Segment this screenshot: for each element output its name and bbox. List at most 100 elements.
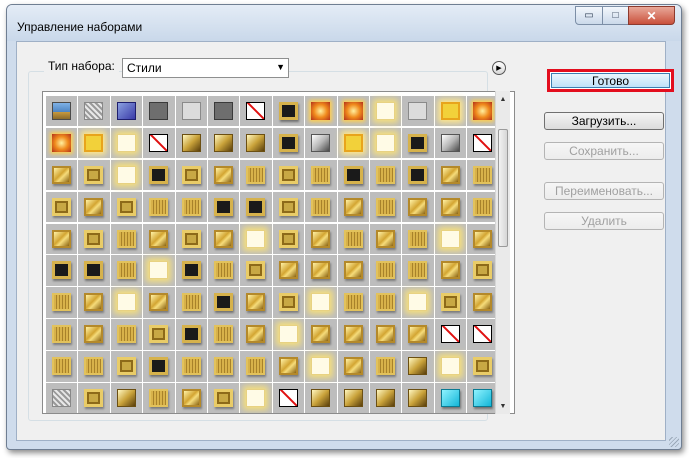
style-thumbnail[interactable] bbox=[143, 383, 175, 413]
style-thumbnail[interactable] bbox=[369, 255, 402, 286]
style-thumbnail[interactable] bbox=[78, 223, 110, 254]
style-thumbnail[interactable] bbox=[434, 319, 467, 350]
style-thumbnail[interactable] bbox=[46, 287, 78, 318]
style-thumbnail[interactable] bbox=[240, 351, 272, 382]
style-thumbnail[interactable] bbox=[207, 127, 240, 159]
style-thumbnail[interactable] bbox=[240, 287, 272, 318]
scrollbar-thumb[interactable] bbox=[498, 129, 508, 247]
style-thumbnail[interactable] bbox=[175, 96, 207, 127]
style-thumbnail[interactable] bbox=[240, 191, 272, 223]
grid-scrollbar[interactable]: ▲ ▼ bbox=[495, 91, 510, 414]
style-thumbnail[interactable] bbox=[207, 351, 240, 382]
style-thumbnail[interactable] bbox=[272, 159, 305, 191]
style-thumbnail[interactable] bbox=[467, 191, 499, 223]
style-thumbnail[interactable] bbox=[110, 383, 143, 413]
style-thumbnail[interactable] bbox=[143, 96, 175, 127]
style-thumbnail[interactable] bbox=[337, 351, 369, 382]
style-thumbnail[interactable] bbox=[175, 287, 207, 318]
style-thumbnail[interactable] bbox=[402, 223, 434, 254]
style-thumbnail[interactable] bbox=[240, 223, 272, 254]
style-thumbnail[interactable] bbox=[78, 351, 110, 382]
load-button[interactable]: Загрузить... bbox=[544, 112, 664, 130]
style-thumbnail[interactable] bbox=[337, 319, 369, 350]
style-thumbnail[interactable] bbox=[143, 159, 175, 191]
style-thumbnail[interactable] bbox=[207, 287, 240, 318]
style-thumbnail[interactable] bbox=[467, 223, 499, 254]
style-thumbnail[interactable] bbox=[110, 223, 143, 254]
style-thumbnail[interactable] bbox=[434, 159, 467, 191]
style-thumbnail[interactable] bbox=[305, 191, 337, 223]
style-thumbnail[interactable] bbox=[434, 127, 467, 159]
style-thumbnail[interactable] bbox=[272, 319, 305, 350]
style-thumbnail[interactable] bbox=[78, 191, 110, 223]
style-thumbnail[interactable] bbox=[369, 96, 402, 127]
delete-button[interactable]: Удалить bbox=[544, 212, 664, 230]
style-thumbnail[interactable] bbox=[46, 255, 78, 286]
style-thumbnail[interactable] bbox=[175, 319, 207, 350]
style-thumbnail[interactable] bbox=[272, 351, 305, 382]
style-thumbnail[interactable] bbox=[402, 351, 434, 382]
style-thumbnail[interactable] bbox=[305, 383, 337, 413]
style-thumbnail[interactable] bbox=[369, 223, 402, 254]
style-thumbnail[interactable] bbox=[369, 383, 402, 413]
style-thumbnail[interactable] bbox=[337, 159, 369, 191]
style-thumbnail[interactable] bbox=[175, 383, 207, 413]
style-thumbnail[interactable] bbox=[78, 96, 110, 127]
style-thumbnail[interactable] bbox=[402, 127, 434, 159]
scroll-down-icon[interactable]: ▼ bbox=[498, 400, 508, 412]
style-thumbnail[interactable] bbox=[110, 319, 143, 350]
style-thumbnail[interactable] bbox=[369, 287, 402, 318]
resize-grip[interactable] bbox=[669, 437, 679, 447]
style-thumbnail[interactable] bbox=[402, 287, 434, 318]
style-thumbnail[interactable] bbox=[434, 383, 467, 413]
style-thumbnail[interactable] bbox=[467, 319, 499, 350]
style-thumbnail[interactable] bbox=[305, 127, 337, 159]
style-thumbnail[interactable] bbox=[434, 351, 467, 382]
style-thumbnail[interactable] bbox=[207, 383, 240, 413]
style-thumbnail[interactable] bbox=[143, 255, 175, 286]
panel-menu-button[interactable]: ▶ bbox=[492, 61, 506, 75]
style-thumbnail[interactable] bbox=[207, 255, 240, 286]
style-thumbnail[interactable] bbox=[337, 255, 369, 286]
style-thumbnail[interactable] bbox=[369, 191, 402, 223]
style-thumbnail[interactable] bbox=[110, 255, 143, 286]
style-thumbnail[interactable] bbox=[369, 159, 402, 191]
style-thumbnail[interactable] bbox=[467, 287, 499, 318]
style-thumbnail[interactable] bbox=[337, 383, 369, 413]
style-thumbnail[interactable] bbox=[272, 127, 305, 159]
maximize-button[interactable]: □ bbox=[602, 6, 629, 25]
style-thumbnail[interactable] bbox=[46, 127, 78, 159]
style-thumbnail[interactable] bbox=[272, 191, 305, 223]
style-thumbnail[interactable] bbox=[143, 127, 175, 159]
style-thumbnail[interactable] bbox=[272, 287, 305, 318]
style-thumbnail[interactable] bbox=[434, 255, 467, 286]
style-thumbnail[interactable] bbox=[467, 159, 499, 191]
style-thumbnail[interactable] bbox=[305, 319, 337, 350]
style-thumbnail[interactable] bbox=[240, 127, 272, 159]
style-thumbnail[interactable] bbox=[175, 351, 207, 382]
style-thumbnail[interactable] bbox=[272, 96, 305, 127]
style-thumbnail[interactable] bbox=[467, 351, 499, 382]
style-thumbnail[interactable] bbox=[78, 127, 110, 159]
style-thumbnail[interactable] bbox=[110, 127, 143, 159]
style-thumbnail[interactable] bbox=[240, 159, 272, 191]
style-thumbnail[interactable] bbox=[467, 96, 499, 127]
style-thumbnail[interactable] bbox=[78, 255, 110, 286]
style-thumbnail[interactable] bbox=[369, 319, 402, 350]
style-thumbnail[interactable] bbox=[434, 287, 467, 318]
style-thumbnail[interactable] bbox=[46, 159, 78, 191]
style-thumbnail[interactable] bbox=[240, 319, 272, 350]
style-thumbnail[interactable] bbox=[305, 159, 337, 191]
style-thumbnail[interactable] bbox=[46, 223, 78, 254]
style-thumbnail[interactable] bbox=[434, 96, 467, 127]
title-bar[interactable]: Управление наборами ▭ □ ✕ bbox=[7, 5, 681, 41]
style-thumbnail[interactable] bbox=[207, 159, 240, 191]
preset-type-select[interactable]: Стили ▼ bbox=[122, 58, 289, 78]
style-thumbnail[interactable] bbox=[305, 223, 337, 254]
style-thumbnail[interactable] bbox=[78, 383, 110, 413]
style-thumbnail[interactable] bbox=[240, 255, 272, 286]
style-thumbnail[interactable] bbox=[467, 255, 499, 286]
style-thumbnail[interactable] bbox=[240, 96, 272, 127]
style-thumbnail[interactable] bbox=[78, 287, 110, 318]
style-thumbnail[interactable] bbox=[402, 383, 434, 413]
